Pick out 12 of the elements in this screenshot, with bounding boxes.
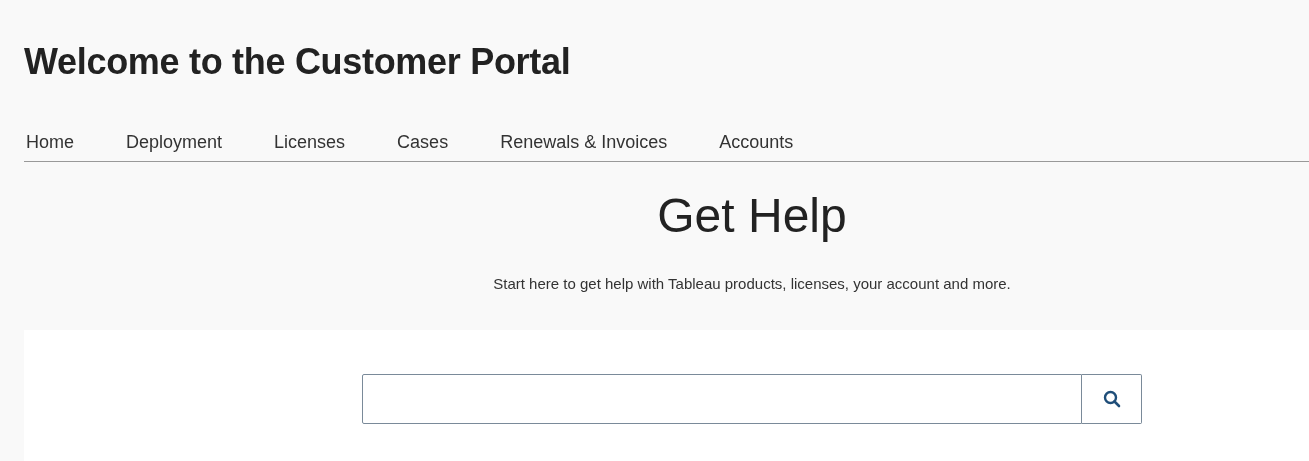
nav-link[interactable]: Renewals & Invoices <box>500 132 668 153</box>
section-subtitle: Start here to get help with Tableau products, licenses, your account and more. <box>493 274 1011 294</box>
nav-link[interactable]: Cases <box>397 132 449 153</box>
page-title: Welcome to the Customer Portal <box>24 40 572 84</box>
nav-link[interactable]: Accounts <box>719 132 794 153</box>
search-button[interactable] <box>1082 374 1142 424</box>
nav-link[interactable]: Deployment <box>126 132 223 153</box>
nav-link[interactable]: Home <box>26 132 74 153</box>
section-heading: Get Help <box>657 188 847 244</box>
search-field[interactable] <box>362 374 1082 424</box>
search-icon <box>1102 390 1121 408</box>
nav-link[interactable]: Licenses <box>274 132 346 153</box>
